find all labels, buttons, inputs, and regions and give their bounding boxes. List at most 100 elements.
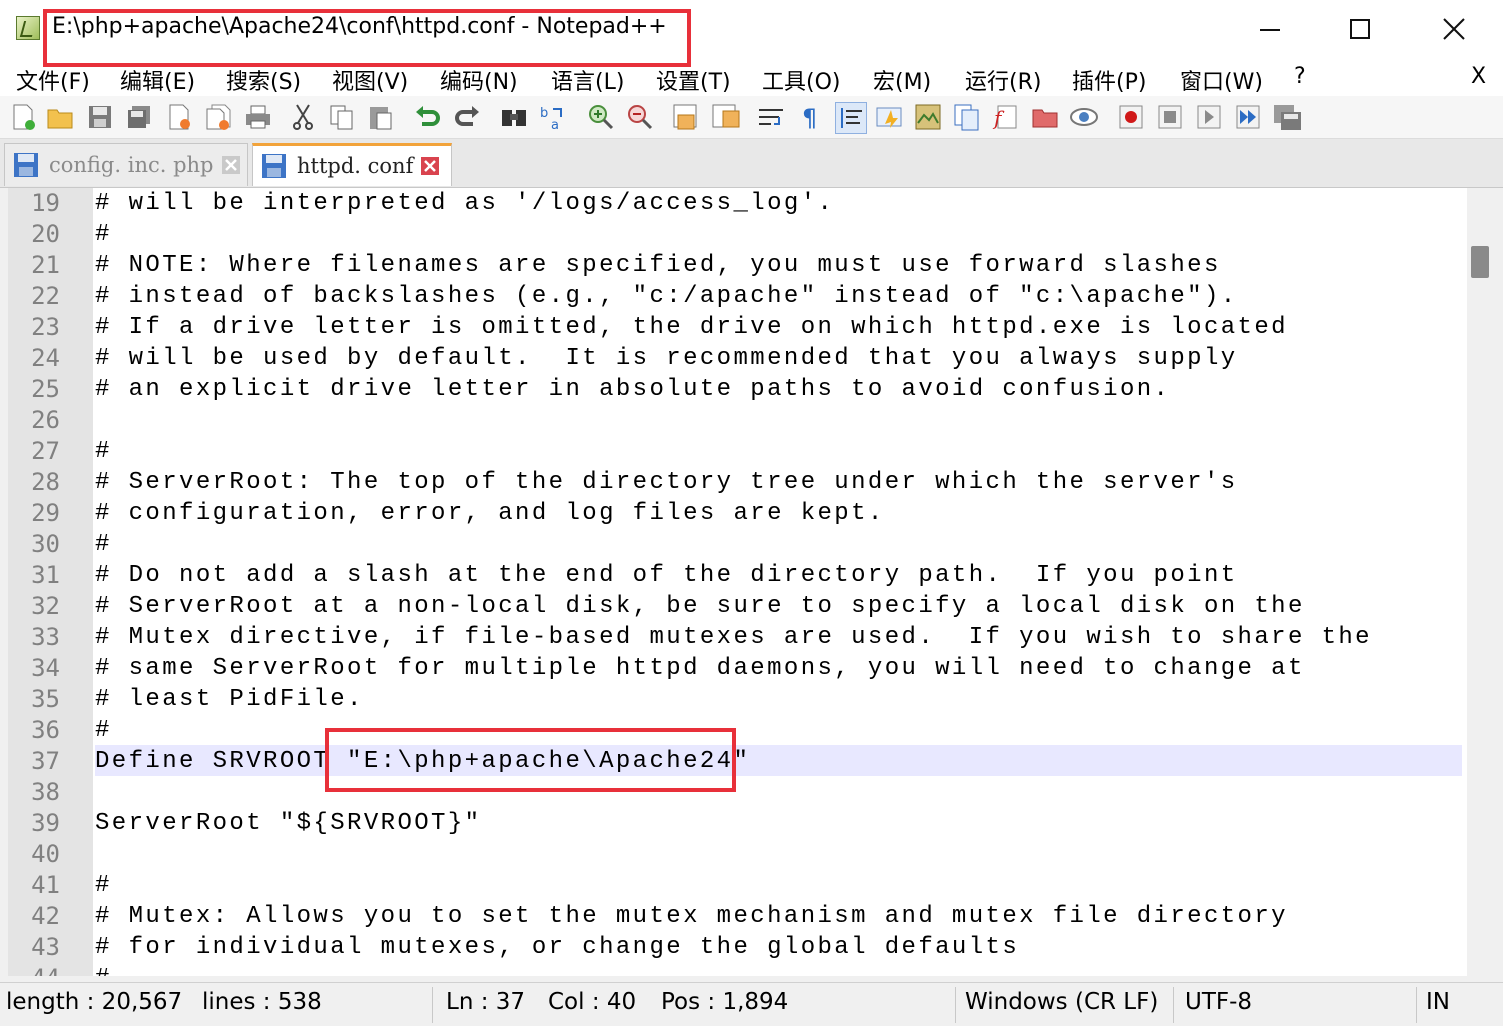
folder-workspace-icon[interactable] [1030, 102, 1060, 132]
status-bar: length : 20,567 lines : 538 Ln : 37 Col … [0, 982, 1503, 1026]
code-line[interactable] [95, 777, 1460, 808]
menu-help[interactable]: ? [1294, 64, 1306, 89]
tab-close-icon[interactable] [221, 156, 240, 174]
minimize-button[interactable] [1240, 6, 1300, 52]
line-number: 28 [31, 468, 60, 496]
code-line[interactable]: # configuration, error, and log files ar… [95, 498, 1460, 529]
scrollbar-thumb[interactable] [1471, 246, 1489, 278]
tab-close-icon[interactable] [421, 157, 440, 175]
code-line[interactable]: # [95, 963, 1460, 976]
replace-icon[interactable]: ba [538, 102, 568, 132]
status-separator [1416, 987, 1417, 1023]
zoom-out-icon[interactable] [625, 102, 655, 132]
zoom-in-icon[interactable] [586, 102, 616, 132]
code-line[interactable]: # will be interpreted as '/logs/access_l… [95, 188, 1460, 219]
menu-run[interactable]: 运行(R) [965, 64, 1041, 96]
code-line[interactable]: # NOTE: Where filenames are specified, y… [95, 250, 1460, 281]
code-line[interactable]: # instead of backslashes (e.g., "c:/apac… [95, 281, 1460, 312]
menu-edit[interactable]: 编辑(E) [120, 64, 195, 96]
minimize-icon [1260, 29, 1280, 31]
menu-macro[interactable]: 宏(M) [873, 64, 931, 96]
vertical-scrollbar[interactable] [1467, 188, 1501, 976]
menu-tools[interactable]: 工具(O) [762, 64, 840, 96]
status-position: Pos : 1,894 [661, 989, 789, 1015]
saved-disk-icon [13, 152, 39, 178]
run-macro-multiple-icon[interactable] [1233, 102, 1263, 132]
code-line[interactable]: # will be used by default. It is recomme… [95, 343, 1460, 374]
code-line[interactable]: # an explicit drive letter in absolute p… [95, 374, 1460, 405]
indent-guide-icon[interactable] [835, 102, 867, 134]
code-line[interactable]: # Do not add a slash at the end of the d… [95, 560, 1460, 591]
maximize-button[interactable] [1330, 6, 1390, 52]
sync-vertical-icon[interactable] [672, 102, 702, 132]
function-list-icon[interactable]: f [991, 102, 1021, 132]
status-eol-format[interactable]: Windows (CR LF) [965, 989, 1158, 1015]
close-document-button[interactable]: X [1471, 64, 1486, 89]
code-line[interactable]: # same ServerRoot for multiple httpd dae… [95, 653, 1460, 684]
tab-httpd-conf[interactable]: httpd. conf [252, 143, 452, 186]
line-number: 27 [31, 437, 60, 465]
udl-icon[interactable] [874, 102, 904, 132]
open-file-icon[interactable] [45, 102, 75, 132]
code-line[interactable]: # [95, 870, 1460, 901]
menu-window[interactable]: 窗口(W) [1180, 64, 1263, 96]
close-window-button[interactable] [1424, 6, 1484, 52]
code-line[interactable]: # [95, 529, 1460, 560]
save-icon[interactable] [85, 102, 115, 132]
code-line[interactable]: # least PidFile. [95, 684, 1460, 715]
menu-search[interactable]: 搜索(S) [226, 64, 301, 96]
status-insert-mode[interactable]: IN [1426, 989, 1450, 1015]
menu-encoding[interactable]: 编码(N) [440, 64, 518, 96]
status-separator [432, 987, 433, 1023]
svg-text:b: b [540, 106, 548, 121]
show-all-chars-icon[interactable]: ¶ [796, 102, 826, 132]
code-line[interactable]: ServerRoot "${SRVROOT}" [95, 808, 1460, 839]
doc-map-icon[interactable] [913, 102, 943, 132]
code-line[interactable]: # Mutex: Allows you to set the mutex mec… [95, 901, 1460, 932]
cut-icon[interactable] [288, 102, 318, 132]
close-all-icon[interactable] [203, 102, 233, 132]
menu-file[interactable]: 文件(F) [16, 64, 90, 96]
tab-config-inc-php[interactable]: config. inc. php [4, 143, 248, 186]
close-file-icon[interactable] [164, 102, 194, 132]
code-line[interactable] [95, 405, 1460, 436]
notepadpp-app-icon[interactable] [16, 16, 40, 40]
code-line[interactable]: # [95, 715, 1460, 746]
monitoring-icon[interactable] [1069, 102, 1099, 132]
stop-macro-icon[interactable] [1155, 102, 1185, 132]
undo-icon[interactable] [413, 102, 443, 132]
copy-icon[interactable] [327, 102, 357, 132]
code-line[interactable]: # [95, 436, 1460, 467]
menu-language[interactable]: 语言(L) [551, 64, 624, 96]
sync-horizontal-icon[interactable] [711, 102, 741, 132]
record-macro-icon[interactable] [1116, 102, 1146, 132]
menu-plugins[interactable]: 插件(P) [1072, 64, 1146, 96]
new-file-icon[interactable] [8, 102, 38, 132]
save-all-icon[interactable] [124, 102, 154, 132]
line-number: 44 [8, 963, 60, 976]
code-line[interactable]: # [95, 219, 1460, 250]
word-wrap-icon[interactable] [757, 102, 787, 132]
paste-icon[interactable] [366, 102, 396, 132]
code-line[interactable] [95, 839, 1460, 870]
menu-view[interactable]: 视图(V) [332, 64, 408, 96]
save-macro-icon[interactable] [1272, 102, 1302, 132]
play-macro-icon[interactable] [1194, 102, 1224, 132]
code-line-current[interactable]: Define SRVROOT "E:\php+apache\Apache24" [95, 746, 1460, 777]
code-editor[interactable]: 19 # will be interpreted as '/logs/acces… [8, 188, 1467, 976]
print-icon[interactable] [243, 102, 273, 132]
line-number: 42 [31, 902, 60, 930]
code-line[interactable]: # Mutex directive, if file-based mutexes… [95, 622, 1460, 653]
find-icon[interactable] [499, 102, 529, 132]
doc-list-icon[interactable] [952, 102, 982, 132]
code-line[interactable]: # If a drive letter is omitted, the driv… [95, 312, 1460, 343]
menu-settings[interactable]: 设置(T) [656, 64, 731, 96]
line-number: 40 [31, 840, 60, 868]
redo-icon[interactable] [452, 102, 482, 132]
line-number: 39 [31, 809, 60, 837]
status-column: Col : 40 [548, 989, 637, 1015]
code-line[interactable]: # for individual mutexes, or change the … [95, 932, 1460, 963]
code-line[interactable]: # ServerRoot: The top of the directory t… [95, 467, 1460, 498]
code-line[interactable]: # ServerRoot at a non-local disk, be sur… [95, 591, 1460, 622]
status-encoding[interactable]: UTF-8 [1185, 989, 1252, 1015]
